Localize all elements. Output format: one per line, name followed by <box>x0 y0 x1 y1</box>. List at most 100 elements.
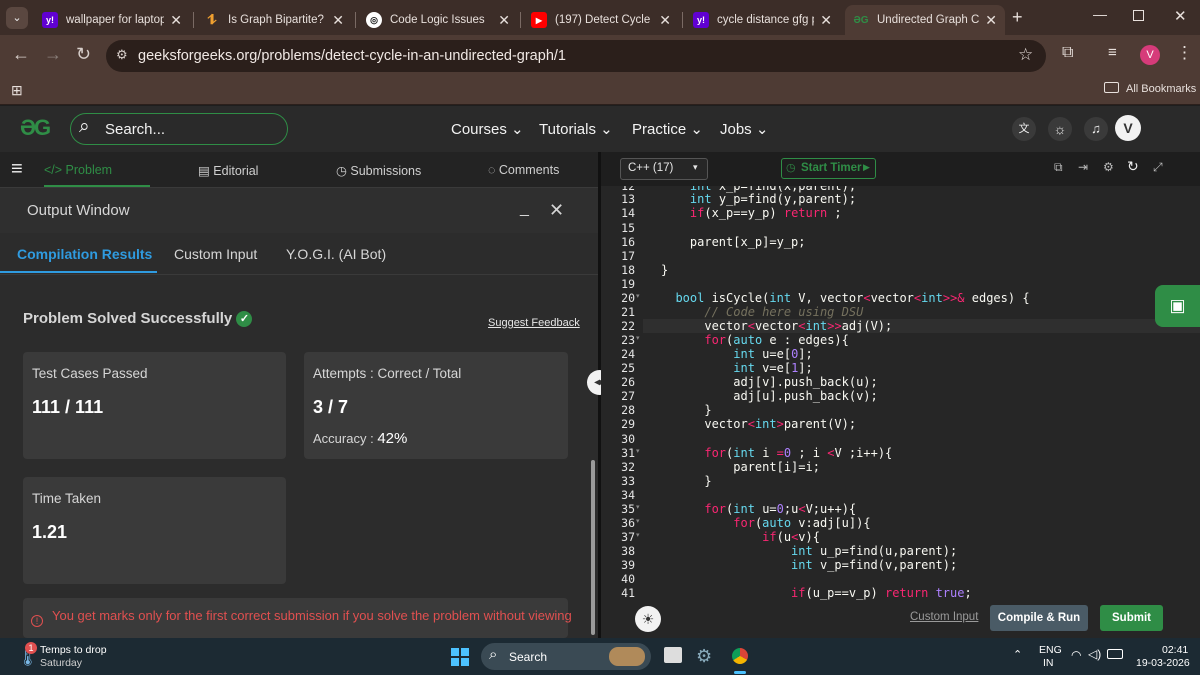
close-icon[interactable]: ✕ <box>820 12 832 29</box>
panel-scrollbar[interactable] <box>591 460 595 635</box>
close-output-button[interactable]: ✕ <box>549 200 564 221</box>
browser-tab-4[interactable]: y! cycle distance gfg prob ✕ <box>685 5 840 35</box>
code-line-35: for(int u=0;u<V;u++){ <box>704 502 857 516</box>
bookmark-star-icon[interactable]: ☆ <box>1018 45 1033 65</box>
tab-custom-input[interactable]: Custom Input <box>174 246 257 262</box>
warning-box: ! You get marks only for the first corre… <box>23 598 572 638</box>
site-info-icon[interactable]: ⚙ <box>116 47 128 63</box>
address-bar-row: ← → ↻ ⚙ geeksforgeeks.org/problems/detec… <box>0 35 1200 77</box>
media-icon[interactable]: ≡ <box>1108 44 1117 61</box>
export-icon[interactable]: ⇥ <box>1078 160 1088 174</box>
code-line-26: adj[v].push_back(u); <box>661 375 878 389</box>
tab-yogi-bot[interactable]: Y.O.G.I. (AI Bot) <box>286 246 386 262</box>
yahoo-icon: y! <box>693 12 709 28</box>
task-view-icon[interactable] <box>664 647 682 663</box>
code-line-37: if(u<v){ <box>762 530 820 544</box>
battery-icon[interactable] <box>1107 649 1123 659</box>
url-text[interactable]: geeksforgeeks.org/problems/detect-cycle-… <box>138 48 566 64</box>
close-icon[interactable]: ✕ <box>332 12 344 29</box>
gfg-logo[interactable]: ƏG <box>20 115 51 141</box>
language-select[interactable]: C++ (17) ▾ <box>620 158 708 180</box>
nav-jobs[interactable]: Jobs ⌄ <box>720 120 768 138</box>
extensions-icon[interactable]: ⧉ <box>1062 44 1073 62</box>
tab-compilation-results[interactable]: Compilation Results <box>17 246 152 262</box>
minimize-button[interactable]: — <box>1093 6 1107 22</box>
code-line-41: if(u_p==v_p) return true; <box>791 586 972 600</box>
omnibox[interactable]: ⚙ geeksforgeeks.org/problems/detect-cycl… <box>106 40 1046 72</box>
profile-avatar[interactable]: V <box>1140 45 1160 65</box>
apps-grid-icon[interactable]: ⊞ <box>11 82 23 99</box>
tab-problem-underline <box>44 185 150 187</box>
nav-courses[interactable]: Courses ⌄ <box>451 120 524 138</box>
hamburger-menu-icon[interactable]: ≡ <box>11 158 23 181</box>
search-placeholder: Search... <box>105 121 166 138</box>
theme-toggle-icon[interactable]: ☼ <box>1048 117 1072 141</box>
browser-tab-5-active[interactable]: ƏG Undirected Graph Cycle ✕ <box>845 5 1005 35</box>
minimize-output-button[interactable]: _ <box>520 200 529 218</box>
browser-tab-0[interactable]: y! wallpaper for laptop - Y ✕ <box>34 5 190 35</box>
code-area[interactable]: int x_p=find(x,parent); int y_p=find(y,p… <box>601 186 1200 600</box>
search-box[interactable]: ⌕ Search... <box>70 113 288 145</box>
start-timer-button[interactable]: ◷ Start Timer ▶ <box>781 158 876 179</box>
new-tab-button[interactable]: + <box>1012 7 1023 28</box>
close-icon[interactable]: ✕ <box>659 12 671 29</box>
back-icon[interactable]: ← <box>12 44 30 65</box>
reload-icon[interactable]: ↻ <box>76 44 91 65</box>
nav-practice[interactable]: Practice ⌄ <box>632 120 703 138</box>
settings-app-icon[interactable]: ⚙ <box>696 646 712 667</box>
clock-date[interactable]: 19-03-2026 <box>1136 657 1190 669</box>
taskbar-search[interactable]: ⌕ Search <box>481 643 651 670</box>
restore-button[interactable] <box>1133 10 1144 21</box>
browser-tab-3[interactable]: ▶ (197) Detect Cycle usin ✕ <box>523 5 679 35</box>
windows-start-icon[interactable] <box>451 648 469 666</box>
tab-search-button[interactable]: ⌄ <box>6 7 28 29</box>
tab-problem[interactable]: </> Problem <box>44 163 112 177</box>
reset-icon[interactable]: ↻ <box>1127 158 1139 175</box>
close-window-button[interactable]: ✕ <box>1174 7 1187 25</box>
chrome-app-icon[interactable] <box>728 644 752 668</box>
time-taken-card: Time Taken 1.21 <box>23 477 286 584</box>
menu-kebab-icon[interactable]: ⋮ <box>1176 43 1193 63</box>
translate-icon[interactable]: 文 <box>1012 117 1036 141</box>
user-avatar[interactable]: V <box>1115 115 1141 141</box>
tab-submissions[interactable]: ◷ Submissions <box>336 163 421 178</box>
warning-text: You get marks only for the first correct… <box>52 608 572 623</box>
code-editor[interactable]: 12 13 14 15 16 17 18 19 20 ▾ 21 22 23 ▾ 24 25 26 27 28 29 30… <box>601 186 1200 600</box>
lang-line1[interactable]: ENG <box>1039 644 1062 656</box>
custom-input-link[interactable]: Custom Input <box>910 611 978 623</box>
output-window: Output Window _ ✕ Compilation Results Cu… <box>0 188 598 638</box>
code-line-32: parent[i]=i; <box>661 460 820 474</box>
weather-title[interactable]: Temps to drop <box>40 644 107 656</box>
lang-line2[interactable]: IN <box>1043 657 1054 669</box>
submit-button[interactable]: Submit <box>1100 605 1163 631</box>
editor-toolbar: C++ (17) ▾ ◷ Start Timer ▶ ⧉ ⇥ ⚙ ↻ ⤢ <box>601 152 1200 186</box>
weather-badge: 1 <box>25 642 37 654</box>
code-line-20: bool isCycle(int V, vector<vector<int>>&… <box>675 291 1030 305</box>
code-line-22: vector<vector<int>>adj(V); <box>661 319 893 333</box>
check-circle-icon: ✓ <box>236 311 253 327</box>
settings-icon[interactable]: ⚙ <box>1103 160 1114 174</box>
browser-tab-2[interactable]: ◎ Code Logic Issues ✕ <box>358 5 518 35</box>
clock-time[interactable]: 02:41 <box>1162 644 1188 656</box>
close-icon[interactable]: ✕ <box>985 12 997 29</box>
suggest-feedback-link[interactable]: Suggest Feedback <box>488 317 580 329</box>
wifi-icon[interactable]: ◠ <box>1071 648 1081 662</box>
close-icon[interactable]: ✕ <box>498 12 510 29</box>
all-bookmarks-label[interactable]: All Bookmarks <box>1126 83 1196 95</box>
browser-tab-1[interactable]: ⥮ Is Graph Bipartite? - Le ✕ <box>196 5 352 35</box>
forward-icon[interactable]: → <box>44 44 62 65</box>
tab-comments[interactable]: ◌ Comments <box>488 163 559 177</box>
tab-editorial[interactable]: ▤ Editorial <box>198 163 258 178</box>
compile-run-button[interactable]: Compile & Run <box>990 605 1088 631</box>
nav-tutorials[interactable]: Tutorials ⌄ <box>539 120 613 138</box>
code-line-31: for(int i =0 ; i <V ;i++){ <box>704 446 893 460</box>
chat-bubble-icon[interactable]: ▣ <box>1155 285 1200 327</box>
copy-icon[interactable]: ⧉ <box>1054 160 1063 175</box>
notification-bell-icon[interactable]: ♫ <box>1084 117 1108 141</box>
lightbulb-icon[interactable]: ☀ <box>635 606 661 632</box>
tab-title: cycle distance gfg prob <box>717 14 814 26</box>
volume-icon[interactable]: ◁) <box>1088 647 1101 661</box>
chevron-up-icon[interactable]: ⌃ <box>1013 648 1022 661</box>
close-icon[interactable]: ✕ <box>170 12 182 29</box>
fullscreen-icon[interactable]: ⤢ <box>1153 160 1163 175</box>
